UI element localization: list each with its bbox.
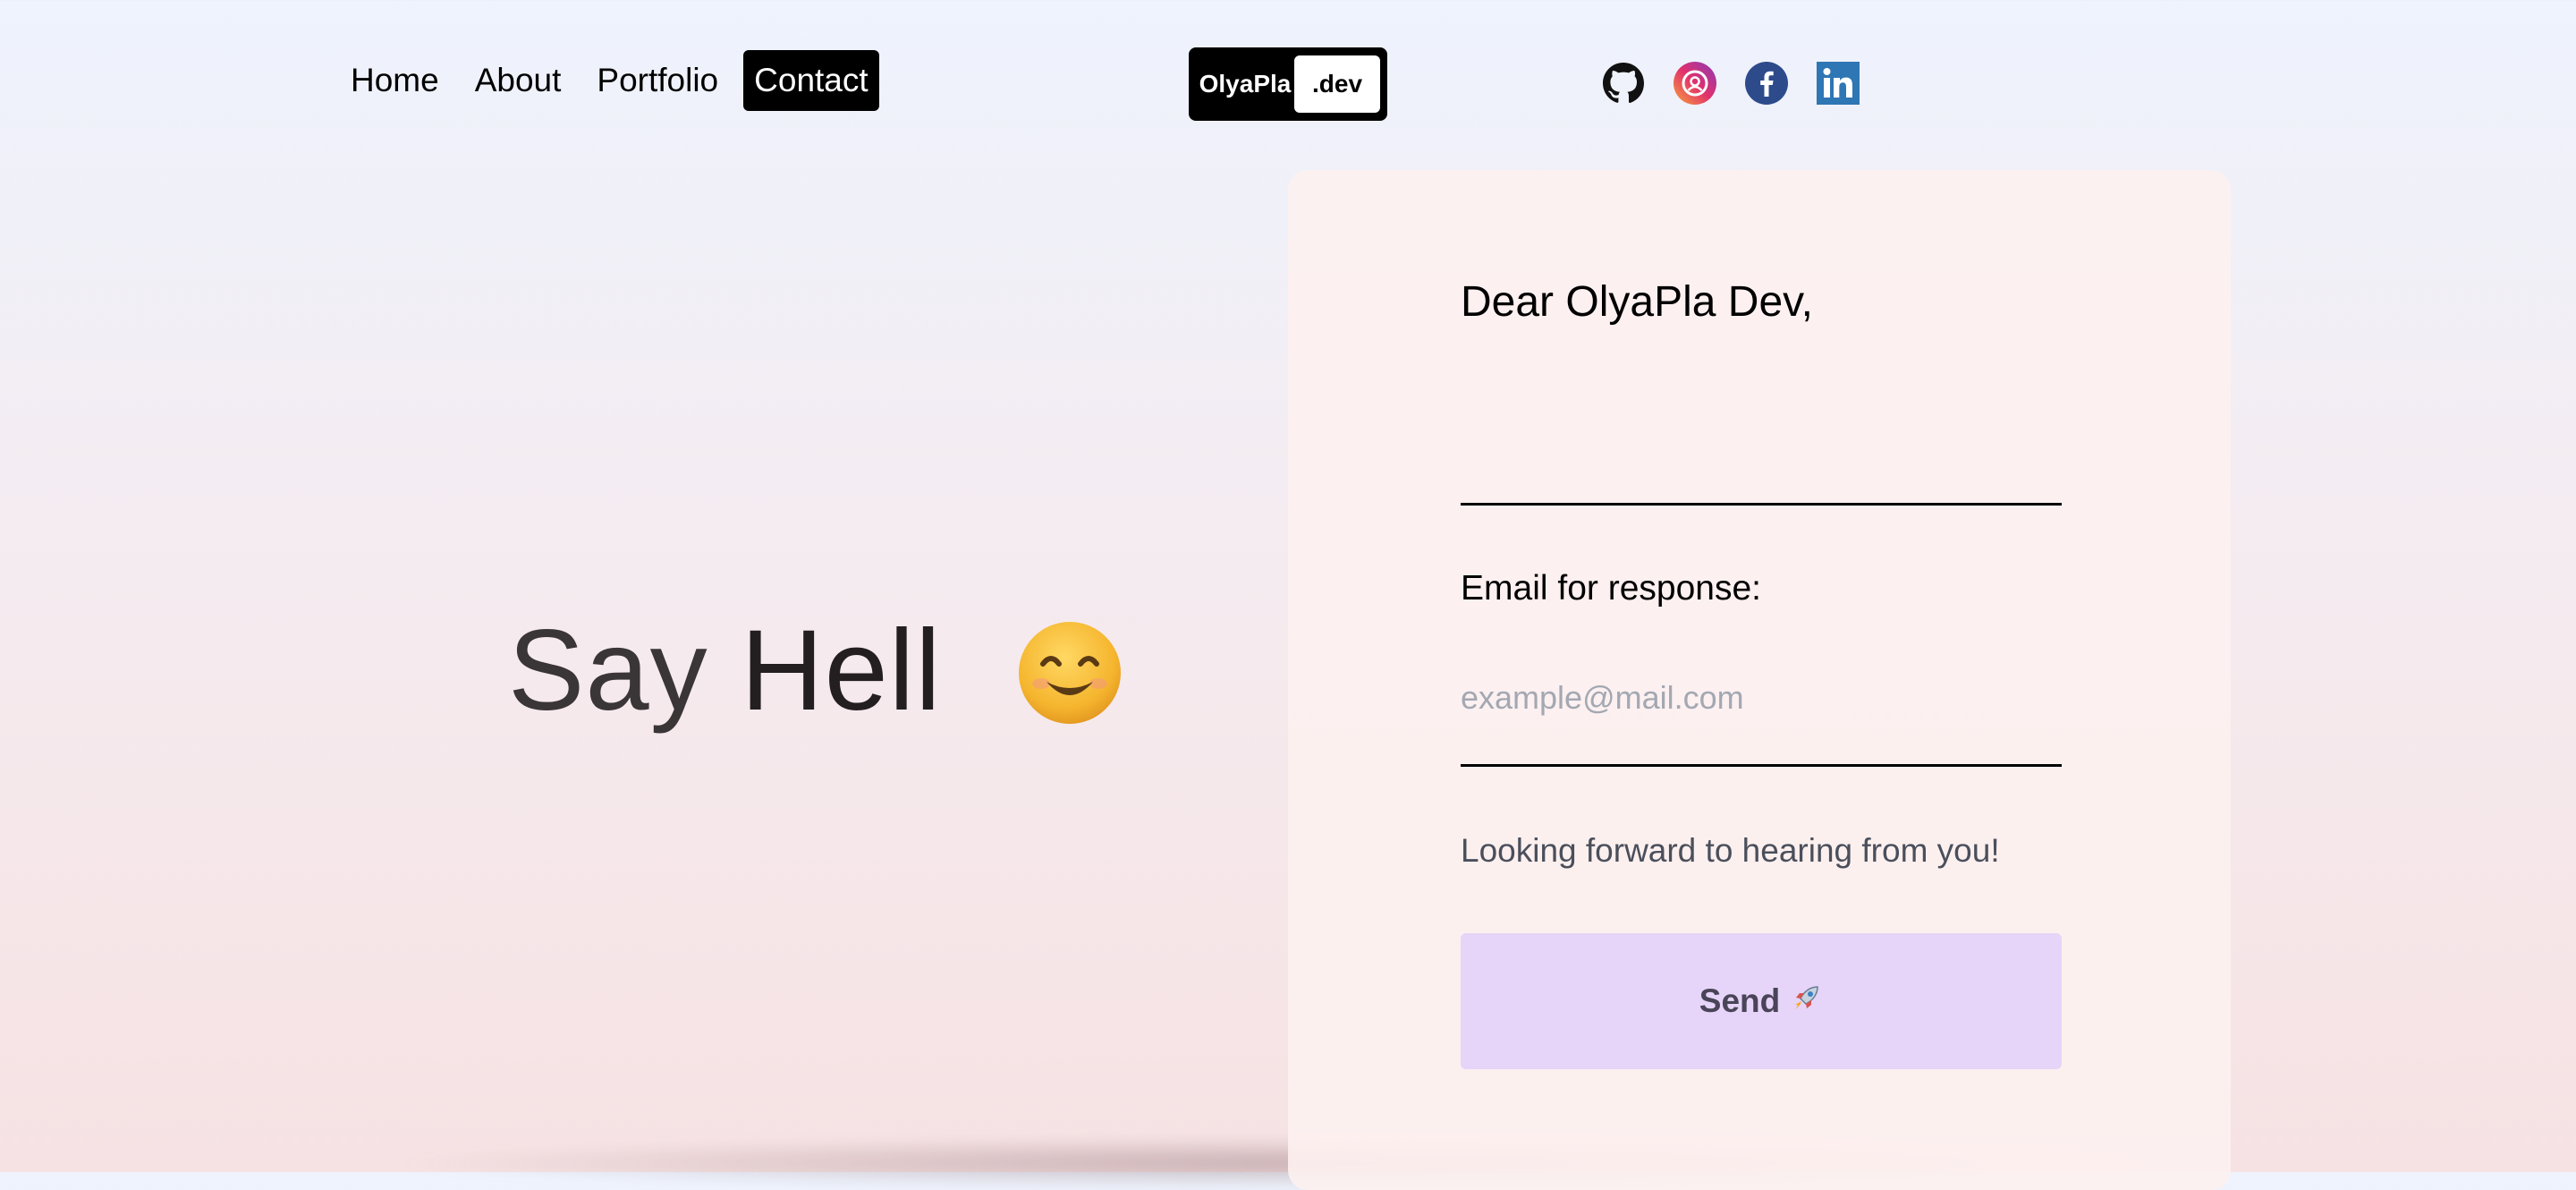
hero-word-hello: Hell xyxy=(741,607,942,735)
social-links xyxy=(1601,61,1860,106)
email-label: Email for response: xyxy=(1461,569,1761,608)
rocket-icon xyxy=(1791,982,1823,1022)
send-button-label: Send xyxy=(1699,982,1781,1019)
instagram-icon[interactable] xyxy=(1673,61,1717,106)
send-button[interactable]: Send xyxy=(1461,933,2062,1069)
hero-word-say: Say xyxy=(508,607,741,735)
form-greeting: Dear OlyaPla Dev, xyxy=(1461,278,1813,326)
site-logo[interactable]: OlyaPla .dev xyxy=(1189,47,1387,121)
hero-heading: Say Hell xyxy=(508,608,942,734)
nav-portfolio-link[interactable]: Portfolio xyxy=(586,50,729,111)
logo-text-main: OlyaPla xyxy=(1199,70,1292,98)
closing-text: Looking forward to hearing from you! xyxy=(1461,832,2000,869)
linkedin-icon[interactable] xyxy=(1816,61,1860,106)
contact-form-card: Dear OlyaPla Dev, Email for response: Lo… xyxy=(1288,170,2231,1190)
email-input[interactable] xyxy=(1461,671,2062,725)
github-icon[interactable] xyxy=(1601,61,1646,106)
facebook-icon[interactable] xyxy=(1744,61,1789,106)
logo-text-suffix: .dev xyxy=(1294,55,1380,113)
nav-about-link[interactable]: About xyxy=(464,50,572,111)
email-field-underline xyxy=(1461,764,2062,767)
smiling-face-emoji-icon xyxy=(1016,619,1123,727)
nav-home-link[interactable]: Home xyxy=(340,50,450,111)
main-nav: Home About Portfolio Contact xyxy=(340,50,879,111)
nav-contact-link[interactable]: Contact xyxy=(743,50,879,111)
message-field-underline[interactable] xyxy=(1461,503,2062,506)
